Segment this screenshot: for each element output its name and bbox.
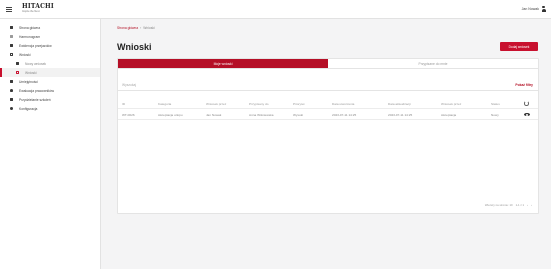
sidebar-item-trainings[interactable]: Przydzielanie szkoleń <box>0 95 100 104</box>
breadcrumb-separator: › <box>140 26 142 30</box>
user-menu[interactable]: Jan Nowak <box>522 6 546 12</box>
breadcrumb-home-link[interactable]: Strona główna <box>117 26 138 30</box>
add-request-button[interactable]: Dodaj wniosek <box>500 42 538 51</box>
main-content: Strona główna › Wnioski Wnioski Dodaj wn… <box>101 19 551 269</box>
group-icon <box>9 97 14 102</box>
next-page-icon[interactable]: › <box>531 203 532 207</box>
sidebar-item-label: Ewidencja przejazdów <box>19 43 52 48</box>
show-filters-link[interactable]: Pokaż filtry <box>515 83 533 87</box>
refresh-icon <box>524 101 529 106</box>
breadcrumb: Strona główna › Wnioski <box>117 26 155 30</box>
table-cell: Akceptacja urlopu <box>158 112 183 117</box>
sidebar-item-label: Nowy wniosek <box>25 61 47 66</box>
skill-icon <box>9 79 14 84</box>
top-bar: HITACHI Inspire the Next Jan Nowak <box>0 0 551 19</box>
column-header[interactable]: Data utworzenia <box>332 98 354 109</box>
page-title: Wnioski <box>117 42 152 52</box>
table-cell: Nowy <box>491 112 499 117</box>
column-header[interactable]: Priorytet <box>293 98 305 109</box>
column-header[interactable]: Wniosek przez <box>441 98 461 109</box>
table-header-row: ID Kategoria Wniosek przez Przypisany do… <box>118 98 538 109</box>
table-cell: Wysoki <box>293 112 303 117</box>
rows-per-page-select[interactable]: Wierszy na stronie: 10 <box>485 203 513 207</box>
prev-page-icon[interactable]: ‹ <box>527 203 528 207</box>
table-row[interactable]: WT-0026 Akceptacja urlopu Jan Nowak Anna… <box>118 109 538 120</box>
tab-my-requests[interactable]: Moje wnioski <box>118 59 328 68</box>
eye-icon <box>524 112 530 117</box>
tabs: Moje wnioski Przypisane do mnie <box>118 59 538 69</box>
sidebar-item-requests-list[interactable]: Wnioski <box>0 68 100 77</box>
column-header[interactable]: Data aktualizacji <box>388 98 411 109</box>
column-header[interactable]: Status <box>491 98 500 109</box>
table-cell: 2023-07-11 14:25 <box>388 112 413 117</box>
user-icon <box>541 6 546 12</box>
list-icon <box>15 70 20 75</box>
sidebar-item-label: Konfiguracja <box>19 106 38 111</box>
document-icon <box>9 52 14 57</box>
person-icon <box>9 88 14 93</box>
column-header[interactable]: Wniosek przez <box>206 98 226 109</box>
sidebar-item-label: Wnioski <box>25 70 37 75</box>
table-cell: Anna Wiśniewska <box>249 112 274 117</box>
breadcrumb-current: Wnioski <box>143 26 155 30</box>
sidebar-item-schedule[interactable]: Harmonogram <box>0 32 100 41</box>
search-input[interactable]: Wyszukaj <box>118 80 538 91</box>
pagination-range: 1-1 z 1 <box>515 203 525 207</box>
user-name: Jan Nowak <box>521 7 539 11</box>
gear-icon <box>9 106 14 111</box>
column-header[interactable]: Przypisany do <box>249 98 268 109</box>
sidebar-item-trips[interactable]: Ewidencja przejazdów <box>0 41 100 50</box>
logo-subtext: Inspire the Next <box>22 10 40 14</box>
sidebar-item-label: Umiejętności <box>19 79 38 84</box>
column-header[interactable]: ID <box>122 98 125 109</box>
company-logo: HITACHI Inspire the Next <box>22 4 54 14</box>
sidebar-item-skills[interactable]: Umiejętności <box>0 77 100 86</box>
home-icon <box>9 25 14 30</box>
sidebar-item-evaluation[interactable]: Ewaluacja pracowników <box>0 86 100 95</box>
menu-icon[interactable] <box>6 6 12 12</box>
sidebar-item-new-request[interactable]: Nowy wniosek <box>0 59 100 68</box>
tab-assigned-to-me[interactable]: Przypisane do mnie <box>328 59 538 68</box>
view-button[interactable] <box>524 109 530 120</box>
sidebar-item-requests[interactable]: Wnioski <box>0 50 100 59</box>
new-document-icon <box>15 61 20 66</box>
refresh-button[interactable] <box>524 98 529 109</box>
requests-table: ID Kategoria Wniosek przez Przypisany do… <box>118 98 538 120</box>
sidebar-item-label: Strona główna <box>19 25 41 30</box>
sidebar-item-label: Harmonogram <box>19 34 41 39</box>
requests-card: Moje wnioski Przypisane do mnie Wyszukaj… <box>117 58 539 214</box>
table-cell: WT-0026 <box>122 112 135 117</box>
sidebar-item-home[interactable]: Strona główna <box>0 23 100 32</box>
sidebar-item-configuration[interactable]: Konfiguracja <box>0 104 100 113</box>
car-icon <box>9 43 14 48</box>
table-cell: 2023-07-11 14:25 <box>332 112 357 117</box>
sidebar: Strona główna Harmonogram Ewidencja prze… <box>0 19 101 269</box>
app-root: HITACHI Inspire the Next Jan Nowak Stron… <box>0 0 551 269</box>
column-header[interactable]: Kategoria <box>158 98 171 109</box>
sidebar-item-label: Wnioski <box>19 52 31 57</box>
table-cell: Akceptacja <box>441 112 457 117</box>
pagination: Wierszy na stronie: 10 1-1 z 1 ‹ › <box>485 203 532 207</box>
sidebar-item-label: Przydzielanie szkoleń <box>19 97 51 102</box>
calendar-icon <box>9 34 14 39</box>
sidebar-item-label: Ewaluacja pracowników <box>19 88 55 93</box>
table-cell: Jan Nowak <box>206 112 222 117</box>
